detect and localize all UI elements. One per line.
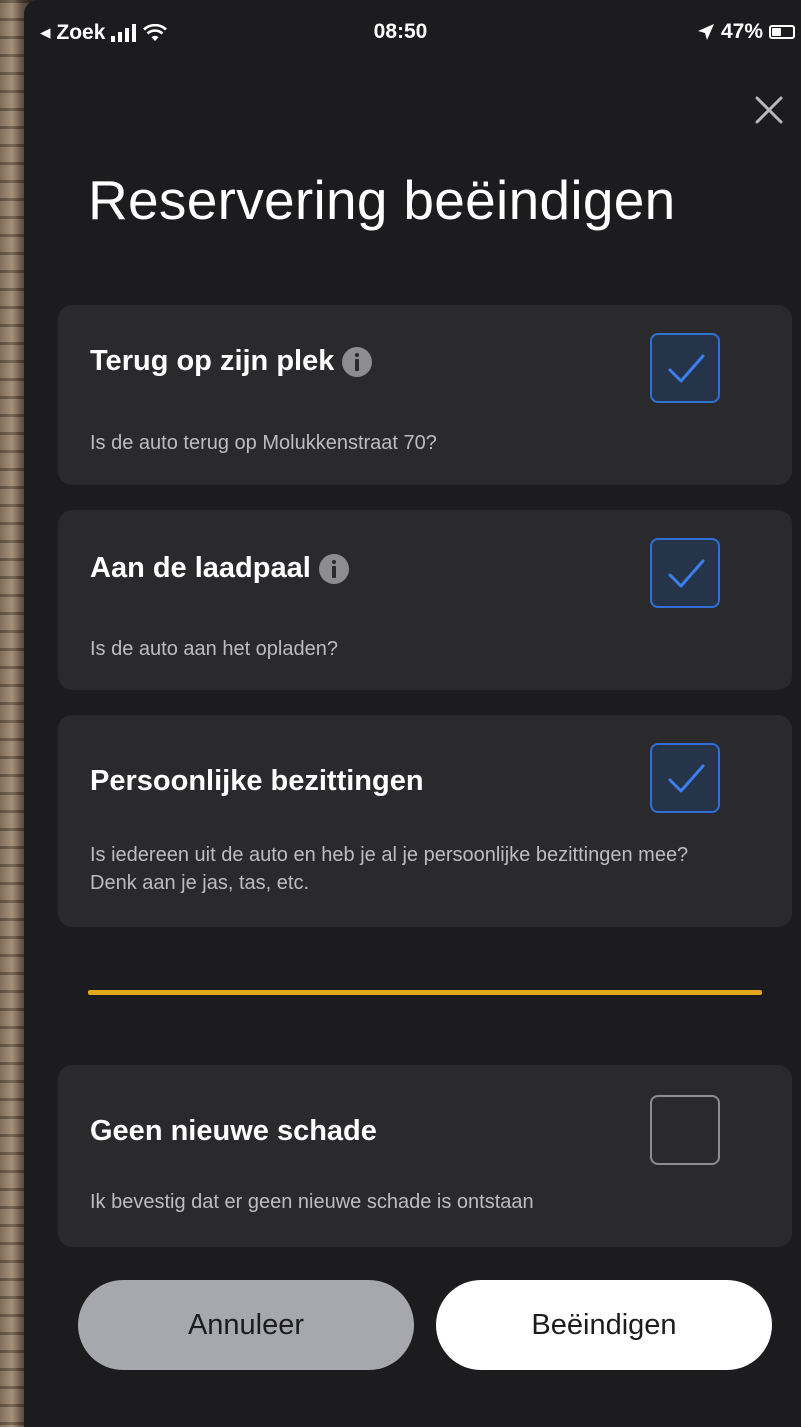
- checkmark-icon: [668, 354, 705, 383]
- card-title: Aan de laadpaal: [90, 552, 311, 584]
- location-arrow-icon: [697, 24, 714, 40]
- status-right: 47%: [697, 20, 795, 44]
- info-icon[interactable]: [342, 346, 373, 377]
- close-button[interactable]: [751, 92, 787, 128]
- card-title: Persoonlijke bezittingen: [90, 765, 424, 797]
- card-subtitle: Is iedereen uit de auto en heb je al je …: [90, 844, 689, 894]
- checkbox-no-new-damage[interactable]: [650, 1095, 720, 1165]
- card-title-row: Terug op zijn plek: [90, 345, 373, 378]
- checkmark-icon: [668, 764, 705, 793]
- battery-percentage: 47%: [720, 20, 763, 43]
- battery-level: [772, 28, 781, 36]
- status-bar: ◂ Zoek 08:50 47%: [0, 0, 801, 64]
- cancel-button[interactable]: Annuleer: [78, 1280, 414, 1370]
- section-divider: [88, 990, 762, 995]
- card-subtitle: Ik bevestig dat er geen nieuwe schade is…: [90, 1191, 534, 1213]
- card-title-row: Geen nieuwe schade: [90, 1115, 377, 1148]
- checklist-card-back-in-place: Terug op zijn plek Is de auto terug op M…: [58, 305, 792, 485]
- card-title: Geen nieuwe schade: [90, 1115, 377, 1147]
- status-time: 08:50: [373, 20, 428, 43]
- end-reservation-button[interactable]: Beëindigen: [436, 1280, 772, 1370]
- card-subtitle: Is de auto terug op Molukkenstraat 70?: [90, 432, 437, 454]
- checklist-card-no-new-damage: Geen nieuwe schade Ik bevestig dat er ge…: [58, 1065, 792, 1247]
- battery-icon: [769, 25, 795, 39]
- checkmark-icon: [668, 559, 705, 588]
- page-title: Reservering beëindigen: [88, 169, 676, 231]
- card-title-row: Persoonlijke bezittingen: [90, 765, 424, 798]
- checkbox-personal-belongings[interactable]: [650, 743, 720, 813]
- checklist-card-charging-station: Aan de laadpaal Is de auto aan het oplad…: [58, 510, 792, 690]
- checkbox-charging-station[interactable]: [650, 538, 720, 608]
- info-icon[interactable]: [318, 553, 349, 584]
- card-title: Terug op zijn plek: [90, 345, 335, 377]
- checkbox-back-in-place[interactable]: [650, 333, 720, 403]
- close-icon: [755, 96, 783, 124]
- checklist-card-personal-belongings: Persoonlijke bezittingen Is iedereen uit…: [58, 715, 792, 927]
- phone-screen: ◂ Zoek 08:50 47% Reservering beëindigen …: [0, 0, 801, 1427]
- card-title-row: Aan de laadpaal: [90, 552, 349, 585]
- card-subtitle: Is de auto aan het opladen?: [90, 638, 338, 660]
